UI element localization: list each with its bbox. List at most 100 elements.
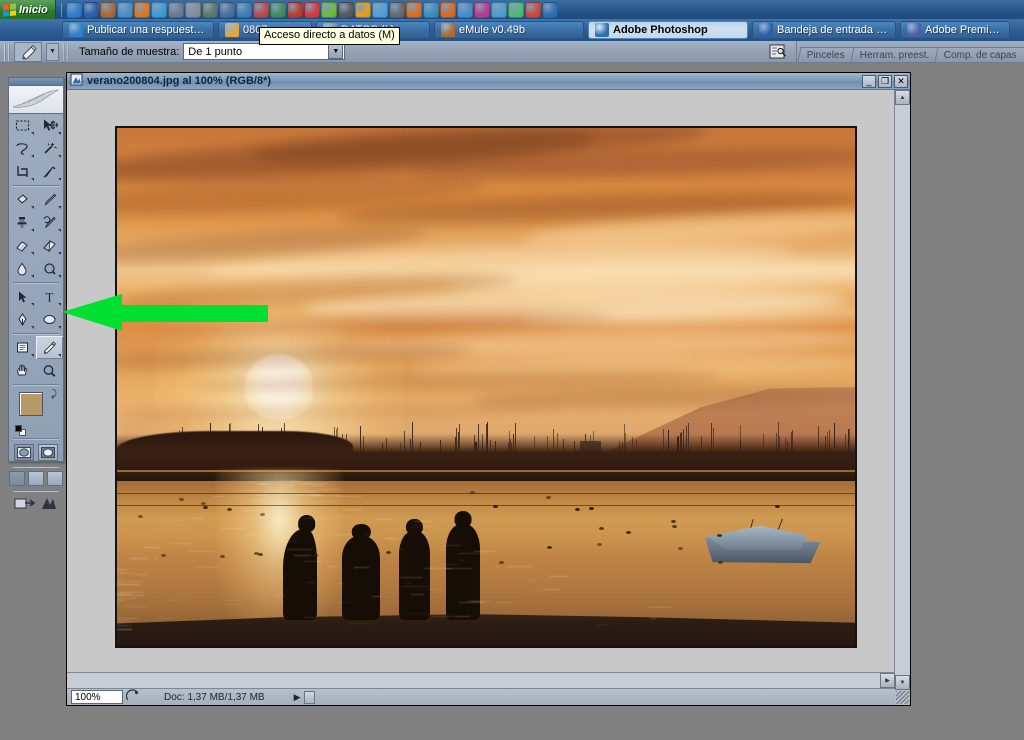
palette-tab-label: Herram. preest. [859, 50, 929, 61]
toolbox-titlebar[interactable] [9, 78, 63, 86]
tool-shape[interactable] [36, 308, 63, 331]
internet-explorer-icon[interactable] [65, 1, 82, 18]
update-icon[interactable] [507, 1, 524, 18]
phone-icon[interactable] [235, 1, 252, 18]
photo-water-ripple [117, 617, 139, 619]
tool-notes[interactable] [9, 336, 36, 359]
tool-hand[interactable] [9, 359, 36, 382]
acrobat-icon[interactable] [286, 1, 303, 18]
emule-icon[interactable] [99, 1, 116, 18]
drive-icon[interactable] [184, 1, 201, 18]
jump-to-imageready-icon[interactable] [14, 496, 36, 515]
full-screen-menubar-mode-button[interactable] [28, 471, 44, 486]
window-resize-grip[interactable] [896, 691, 909, 704]
player-icon[interactable] [405, 1, 422, 18]
tool-slice[interactable] [36, 160, 63, 183]
opera-icon[interactable] [303, 1, 320, 18]
outlook-icon[interactable] [82, 1, 99, 18]
minimize-button[interactable]: _ [862, 74, 876, 88]
start-button[interactable]: Inicio [0, 0, 56, 19]
tool-brush[interactable] [36, 188, 63, 211]
paint-icon[interactable] [490, 1, 507, 18]
photo-water-ripple [329, 510, 337, 512]
photo-water-ripple [379, 515, 386, 517]
palette-tab-herram-preest[interactable]: Herram. preest. [850, 47, 941, 62]
standard-mode-button[interactable] [14, 444, 34, 461]
frog-icon[interactable] [320, 1, 337, 18]
imageready-icon[interactable] [40, 496, 58, 515]
tool-lasso[interactable] [9, 137, 36, 160]
sample-size-select[interactable]: De 1 punto ▼ [183, 43, 346, 60]
tool-preset-dropdown[interactable]: ▼ [46, 42, 59, 61]
at-icon[interactable] [388, 1, 405, 18]
scroll-right-button[interactable]: ▶ [880, 673, 895, 688]
close-button[interactable]: ✕ [894, 74, 908, 88]
photo-water-ripple [442, 544, 461, 546]
file-browser-icon[interactable] [768, 42, 790, 62]
tool-type[interactable]: T [36, 285, 63, 308]
full-screen-mode-button[interactable] [47, 471, 63, 486]
document-titlebar[interactable]: verano200804.jpg al 100% (RGB/8*) _ ❐ ✕ [67, 73, 910, 90]
shortcut-blue-icon[interactable] [116, 1, 133, 18]
taskbar-button-emule[interactable]: eMule v0.49b [434, 21, 584, 39]
tool-marquee[interactable] [9, 114, 36, 137]
taskbar-button-photoshop[interactable]: Adobe Photoshop [588, 21, 748, 39]
swap-colors-icon[interactable]: ⤸ [51, 389, 57, 400]
network-drive-icon[interactable] [201, 1, 218, 18]
taskbar-button-premiere[interactable]: Adobe Premiere [900, 21, 1010, 39]
pencil-icon[interactable] [269, 1, 286, 18]
tool-eyedropper[interactable] [36, 336, 63, 359]
tool-clone-stamp[interactable] [9, 211, 36, 234]
vertical-scrollbar[interactable]: ▲ ▼ [894, 90, 910, 690]
status-menu-arrow-icon[interactable]: ▶ [294, 692, 301, 703]
calendar-icon[interactable] [524, 1, 541, 18]
maximize-button[interactable]: ❐ [878, 74, 892, 88]
tool-eraser[interactable] [9, 234, 36, 257]
globe-icon[interactable] [422, 1, 439, 18]
tool-magic-wand[interactable] [36, 137, 63, 160]
firefox-icon[interactable] [439, 1, 456, 18]
tool-history-brush[interactable] [36, 211, 63, 234]
options-bar-grip[interactable] [4, 42, 10, 61]
clock-icon[interactable] [354, 1, 371, 18]
photoshop-feather-logo-icon [9, 86, 63, 114]
eyedropper-icon[interactable] [14, 41, 42, 62]
tool-zoom[interactable] [36, 359, 63, 382]
standard-screen-mode-button[interactable] [9, 471, 25, 486]
tool-path-selection[interactable] [9, 285, 36, 308]
taskbar-button-outlook[interactable]: Bandeja de entrada - Outl... [752, 21, 896, 39]
scroll-up-button[interactable]: ▲ [895, 90, 910, 105]
network-drive2-icon[interactable] [218, 1, 235, 18]
hardware-icon[interactable] [167, 1, 184, 18]
palette-tab-comp-de-capas[interactable]: Comp. de capas [934, 47, 1024, 62]
tool-healing-brush[interactable] [9, 188, 36, 211]
palette-tab-pinceles[interactable]: Pinceles [797, 47, 857, 62]
tool-dodge[interactable] [36, 257, 63, 280]
tool-gradient[interactable] [36, 234, 63, 257]
photo-water-ripple [321, 501, 335, 503]
pen-icon[interactable] [252, 1, 269, 18]
colors-icon[interactable] [473, 1, 490, 18]
msn-icon[interactable] [371, 1, 388, 18]
tool-crop[interactable] [9, 160, 36, 183]
zoom-level-input[interactable]: 100% [71, 690, 123, 704]
proxy-preview-icon[interactable] [125, 689, 139, 705]
tool-blur[interactable] [9, 257, 36, 280]
default-colors-icon[interactable] [15, 425, 26, 436]
messenger-icon[interactable] [150, 1, 167, 18]
vlc-icon[interactable] [133, 1, 150, 18]
quick-mask-mode-button[interactable] [38, 444, 58, 461]
document-canvas-area[interactable] [67, 90, 895, 690]
search-icon[interactable] [456, 1, 473, 18]
horizontal-scrollbar[interactable]: ▶ [67, 672, 895, 688]
camera-icon[interactable] [337, 1, 354, 18]
scroll-down-button[interactable]: ▼ [895, 675, 910, 690]
tool-move[interactable] [36, 114, 63, 137]
taskbar-button-internet-explorer[interactable]: Publicar una respuesta - ... [62, 21, 214, 39]
photo-covered-boat [700, 518, 825, 564]
photo-water-ripple [117, 591, 125, 593]
status-resize-handle[interactable] [303, 690, 315, 704]
wave-icon[interactable] [541, 1, 558, 18]
foreground-color-swatch[interactable] [19, 392, 43, 416]
tool-pen[interactable] [9, 308, 36, 331]
